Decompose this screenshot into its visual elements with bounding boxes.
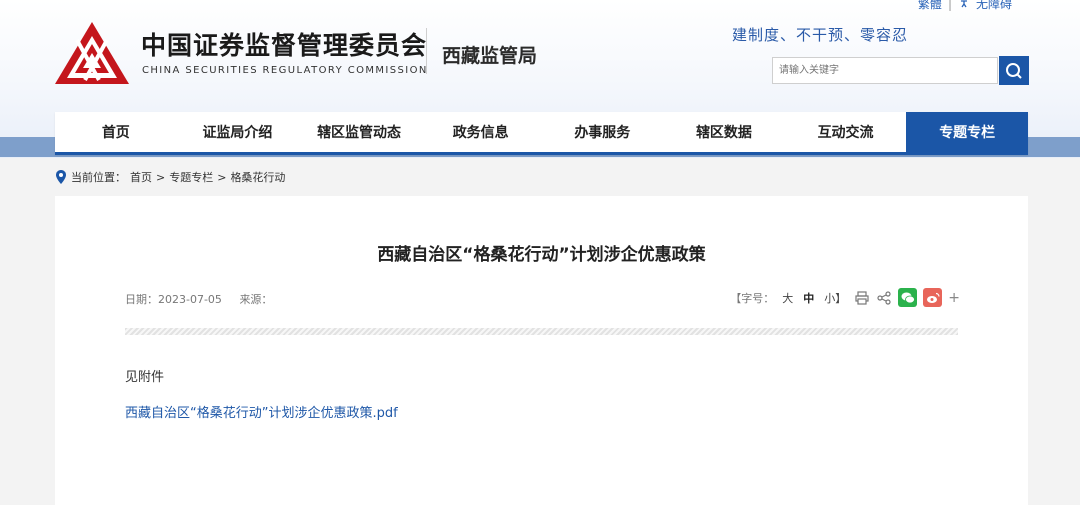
nav-item-home[interactable]: 首页	[55, 112, 177, 152]
nav-item-special-topics[interactable]: 专题专栏	[906, 112, 1028, 152]
search-input[interactable]	[772, 57, 998, 84]
article-title: 西藏自治区“格桑花行动”计划涉企优惠政策	[377, 245, 706, 265]
logo-title-en: CHINA SECURITIES REGULATORY COMMISSION	[142, 65, 428, 76]
print-icon[interactable]	[854, 290, 870, 306]
top-links: 繁體 | 无障碍	[918, 0, 1012, 12]
breadcrumb-special-topics[interactable]: 专题专栏	[169, 169, 213, 185]
nav-item-interaction[interactable]: 互动交流	[785, 112, 907, 152]
article-container: 西藏自治区“格桑花行动”计划涉企优惠政策 日期：2023-07-05 来源： 【…	[55, 196, 1028, 505]
breadcrumb: 当前位置： 首页 > 专题专栏 > 格桑花行动	[55, 169, 285, 185]
nav-item-services[interactable]: 办事服务	[542, 112, 664, 152]
sub-bureau-name: 西藏监管局	[442, 45, 538, 67]
traditional-chinese-link[interactable]: 繁體	[918, 0, 942, 12]
attachment-link[interactable]: 西藏自治区“格桑花行动”计划涉企优惠政策.pdf	[125, 402, 398, 421]
article-source: 来源：	[239, 293, 273, 306]
nav-item-gov-info[interactable]: 政务信息	[420, 112, 542, 152]
breadcrumb-separator: >	[217, 170, 227, 184]
article-date: 日期：2023-07-05	[125, 293, 222, 306]
breadcrumb-label: 当前位置：	[71, 171, 126, 184]
font-size-label: 【字号：	[730, 291, 775, 305]
font-size-medium-button[interactable]: 中	[803, 290, 814, 306]
breadcrumb-home[interactable]: 首页	[130, 169, 152, 185]
breadcrumb-current[interactable]: 格桑花行动	[230, 169, 285, 185]
nav-item-regional-news[interactable]: 辖区监管动态	[298, 112, 420, 152]
search-button[interactable]	[999, 56, 1029, 85]
top-link-separator: |	[947, 0, 952, 11]
weibo-share-icon[interactable]	[923, 288, 943, 307]
more-share-button[interactable]: +	[948, 290, 960, 306]
search-icon	[1006, 62, 1022, 79]
breadcrumb-separator: >	[156, 170, 166, 184]
article-body: 见附件	[125, 370, 165, 385]
main-nav: 首页 证监局介绍 辖区监管动态 政务信息 办事服务 辖区数据 互动交流 专题专栏	[55, 112, 1028, 155]
logo-divider	[426, 28, 427, 74]
accessibility-icon[interactable]	[958, 0, 970, 11]
article-tools: 【字号： 大 中 小】 +	[730, 288, 960, 307]
csrc-logo-icon[interactable]	[55, 20, 130, 86]
article-meta: 日期：2023-07-05 来源：	[125, 291, 286, 307]
wechat-share-icon[interactable]	[898, 288, 918, 307]
slogan: 建制度、不干预、零容忍	[732, 26, 909, 44]
logo-title-cn: 中国证券监督管理委员会	[141, 31, 428, 60]
font-size-large-button[interactable]: 大	[782, 290, 793, 306]
nav-item-about[interactable]: 证监局介绍	[177, 112, 299, 152]
article-divider	[125, 328, 958, 335]
share-icon[interactable]	[876, 290, 892, 306]
location-pin-icon	[56, 170, 66, 184]
font-size-small-button[interactable]: 小】	[824, 290, 846, 306]
nav-item-regional-data[interactable]: 辖区数据	[663, 112, 785, 152]
accessibility-link[interactable]: 无障碍	[976, 0, 1012, 12]
